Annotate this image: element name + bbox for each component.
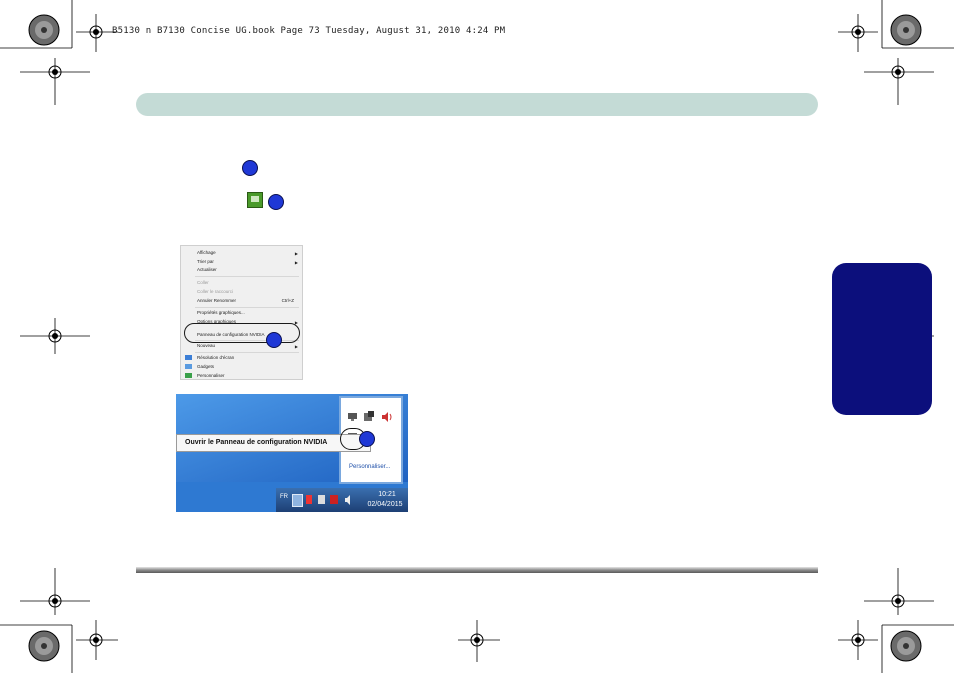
printer-rosette-icon — [890, 14, 922, 46]
registration-crosshair-icon — [89, 25, 103, 39]
nvidia-control-panel-icon — [247, 192, 263, 208]
taskbar-time[interactable]: 10:21 — [370, 491, 404, 498]
registration-crosshair-icon — [851, 25, 865, 39]
registration-crosshair-icon — [48, 65, 62, 79]
registration-crosshair-icon — [891, 594, 905, 608]
printer-rosette-icon — [28, 630, 60, 662]
show-hidden-icons-button[interactable] — [292, 494, 303, 507]
menu-item-coller: Coller — [197, 280, 209, 285]
registration-crosshair-icon — [470, 633, 484, 647]
menu-item-annuler-renommer[interactable]: Annuler Renommer — [197, 298, 236, 303]
menu-separator — [195, 276, 299, 277]
step-marker — [268, 194, 284, 210]
taskbar: FR 10:21 02/04/2015 — [276, 488, 408, 512]
menu-item-personnaliser[interactable]: Personnaliser — [197, 373, 225, 378]
security-icon[interactable] — [330, 495, 338, 504]
menu-item-coller-raccourci: Coller le raccourci — [197, 289, 234, 294]
network-icon[interactable] — [347, 412, 359, 422]
step-marker — [266, 332, 282, 348]
menu-separator — [195, 352, 299, 353]
menu-shortcut: Ctrl+Z — [281, 298, 294, 303]
gadgets-icon — [185, 364, 192, 369]
step-marker — [242, 160, 258, 176]
flag-icon[interactable] — [306, 495, 312, 504]
registration-crosshair-icon — [89, 633, 103, 647]
submenu-arrow-icon: ▶ — [294, 251, 298, 256]
volume-icon[interactable] — [381, 411, 393, 423]
step-marker — [359, 431, 375, 447]
registration-crosshair-icon — [891, 65, 905, 79]
submenu-arrow-icon: ▶ — [294, 344, 298, 349]
section-header-bar — [136, 93, 818, 116]
registration-crosshair-icon — [48, 329, 62, 343]
desktop-context-menu: Affichage ▶ Trier par ▶ Actualiser Coller … — [180, 245, 303, 380]
display-icon — [185, 355, 192, 360]
menu-item-affichage[interactable]: Affichage — [197, 250, 216, 255]
menu-item-actualiser[interactable]: Actualiser — [197, 267, 217, 272]
printer-rosette-icon — [28, 14, 60, 46]
printer-rosette-icon — [890, 630, 922, 662]
submenu-arrow-icon: ▶ — [294, 260, 298, 265]
running-head: B5130 n B7130 Concise UG.book Page 73 Tu… — [112, 26, 506, 36]
device-icon[interactable] — [318, 495, 325, 504]
registration-crosshair-icon — [48, 594, 62, 608]
chapter-side-tab — [832, 263, 932, 415]
volume-icon[interactable] — [344, 495, 354, 505]
taskbar-date[interactable]: 02/04/2015 — [364, 501, 406, 508]
customize-link[interactable]: Personnaliser... — [349, 464, 390, 470]
footer-rule — [136, 567, 818, 573]
menu-item-resolution[interactable]: Résolution d'écran — [197, 355, 234, 360]
menu-separator — [195, 307, 299, 308]
menu-item-gadgets[interactable]: Gadgets — [197, 364, 214, 369]
nvidia-tray-icon[interactable] — [363, 411, 375, 423]
notification-tray-screenshot: Personnaliser... Ouvrir le Panneau de co… — [176, 394, 408, 512]
language-indicator[interactable]: FR — [280, 494, 288, 500]
menu-item-proprietes-graphiques[interactable]: Propriétés graphiques... — [197, 310, 245, 315]
registration-crosshair-icon — [851, 633, 865, 647]
highlight-oval — [184, 323, 300, 343]
menu-item-trier-par[interactable]: Trier par — [197, 259, 214, 264]
personalize-icon — [185, 373, 192, 378]
menu-item-nouveau[interactable]: Nouveau — [197, 343, 215, 348]
